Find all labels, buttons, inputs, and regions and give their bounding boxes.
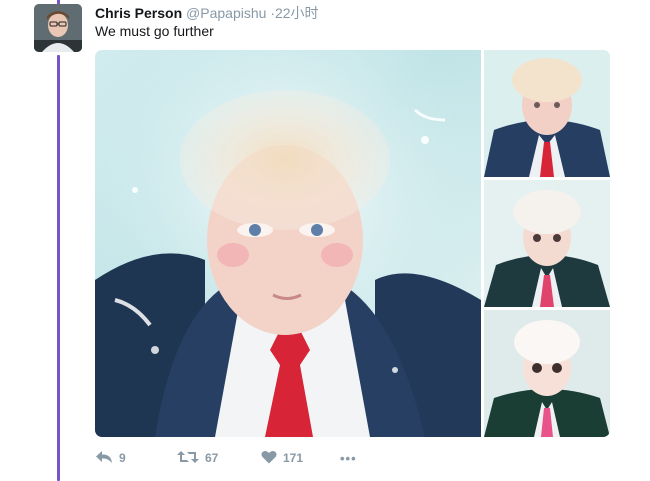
thread-connector — [57, 55, 60, 481]
reply-count: 9 — [119, 451, 126, 465]
reply-button[interactable]: 9 — [95, 448, 126, 468]
avatar[interactable] — [34, 4, 82, 52]
like-button[interactable]: 171 — [261, 448, 303, 468]
retweet-button[interactable]: 67 — [177, 448, 218, 468]
tweet-text: We must go further — [95, 23, 214, 39]
heart-icon — [261, 450, 277, 467]
reply-icon — [95, 450, 113, 467]
tweet-timestamp[interactable]: 22小时 — [275, 5, 319, 21]
more-dots-icon: ••• — [340, 450, 357, 466]
retweet-count: 67 — [205, 451, 219, 465]
tweet-actions: 9 67 171 ••• — [95, 448, 395, 468]
author-name[interactable]: Chris Person — [95, 5, 182, 21]
retweet-icon — [177, 450, 199, 467]
tweet-header: Chris Person @Papapishu ·22小时 — [95, 4, 319, 22]
author-handle[interactable]: @Papapishu — [186, 5, 266, 21]
photo-main[interactable] — [95, 50, 481, 437]
photo-thumb-2[interactable] — [484, 180, 610, 307]
tweet-media — [95, 50, 610, 437]
photo-thumb-3[interactable] — [484, 310, 610, 437]
like-count: 171 — [283, 451, 304, 465]
more-options-button[interactable]: ••• — [340, 448, 357, 468]
photo-thumb-1[interactable] — [484, 50, 610, 177]
